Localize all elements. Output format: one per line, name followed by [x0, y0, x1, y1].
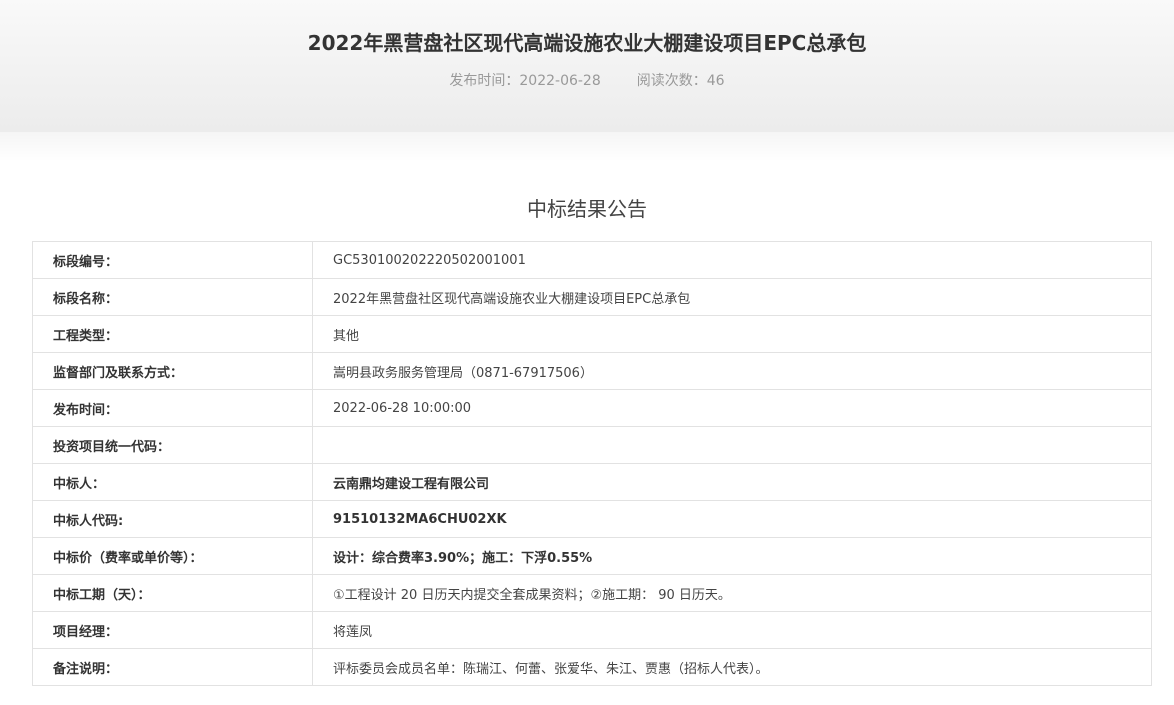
table-row: 中标价（费率或单价等）： 设计：综合费率3.90%；施工：下浮0.55% — [32, 537, 1152, 575]
row-label: 标段名称： — [32, 278, 313, 316]
row-value: 嵩明县政务服务管理局（0871-67917506） — [312, 352, 1152, 390]
row-value: 其他 — [312, 315, 1152, 353]
row-label: 标段编号： — [32, 241, 313, 279]
row-label: 投资项目统一代码： — [32, 426, 313, 464]
table-row: 标段编号： GC5301002022205020010​01 — [32, 241, 1152, 279]
table-row: 备注说明： 评标委员会成员名单：陈瑞江、何蕾、张爱华、朱江、贾惠（招标人代表）。 — [32, 648, 1152, 686]
row-value: 评标委员会成员名单：陈瑞江、何蕾、张爱华、朱江、贾惠（招标人代表）。 — [312, 648, 1152, 686]
row-value: GC5301002022205020010​01 — [312, 241, 1152, 279]
table-row: 投资项目统一代码： — [32, 426, 1152, 464]
table-row: 中标工期（天）： ①工程设计 20 日历天内提交全套成果资料；②施工期： 90 … — [32, 574, 1152, 612]
table-row: 监督部门及联系方式： 嵩明县政务服务管理局（0871-67917506） — [32, 352, 1152, 390]
row-value: 2022年黑营盘社区现代高端设施农业大棚建设项目EPC总承包 — [312, 278, 1152, 316]
row-label: 中标人： — [32, 463, 313, 501]
header-shadow — [0, 132, 1174, 162]
table-row: 标段名称： 2022年黑营盘社区现代高端设施农业大棚建设项目EPC总承包 — [32, 278, 1152, 316]
row-value — [312, 426, 1152, 464]
bid-result-table: 标段编号： GC5301002022205020010​01 标段名称： 202… — [32, 241, 1152, 686]
row-value: ①工程设计 20 日历天内提交全套成果资料；②施工期： 90 日历天。 — [312, 574, 1152, 612]
table-row: 工程类型： 其他 — [32, 315, 1152, 353]
row-label: 发布时间： — [32, 389, 313, 427]
publish-time: 发布时间：2022-06-28 — [449, 73, 601, 89]
table-row: 发布时间： 2022-06-28 10:00:00 — [32, 389, 1152, 427]
row-value: 将莲凤 — [312, 611, 1152, 649]
row-value: 91510132MA6CHU02XK — [312, 500, 1152, 538]
read-count: 阅读次数：46 — [636, 73, 725, 89]
article-meta: 发布时间：2022-06-28 阅读次数：46 — [0, 71, 1174, 91]
row-label: 备注说明： — [32, 648, 313, 686]
article-header — [0, 0, 1174, 132]
article-title: 2022年黑营盘社区现代高端设施农业大棚建设项目EPC总承包 — [307, 31, 867, 55]
row-value: 云南鼎均建设工程有限公司 — [312, 463, 1152, 501]
table-row: 中标人： 云南鼎均建设工程有限公司 — [32, 463, 1152, 501]
row-label: 中标工期（天）： — [32, 574, 313, 612]
row-label: 中标人代码: — [32, 500, 313, 538]
section-title: 中标结果公告 — [527, 197, 647, 221]
row-label: 监督部门及联系方式： — [32, 352, 313, 390]
row-label: 项目经理： — [32, 611, 313, 649]
row-value: 设计：综合费率3.90%；施工：下浮0.55% — [312, 537, 1152, 575]
row-value: 2022-06-28 10:00:00 — [312, 389, 1152, 427]
row-label: 中标价（费率或单价等）： — [32, 537, 313, 575]
row-label: 工程类型： — [32, 315, 313, 353]
table-row: 项目经理： 将莲凤 — [32, 611, 1152, 649]
table-row: 中标人代码: 91510132MA6CHU02XK — [32, 500, 1152, 538]
